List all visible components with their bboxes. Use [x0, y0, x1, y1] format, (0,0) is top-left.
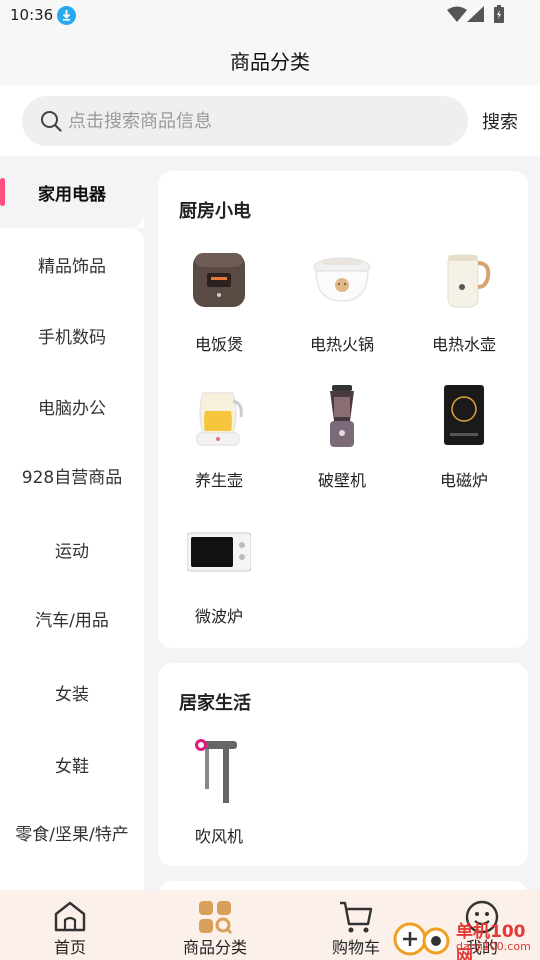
- product-kettle[interactable]: 电热水壶: [414, 247, 514, 357]
- sidebar-item-snacks[interactable]: 零食/坚果/特产: [0, 820, 144, 845]
- section-card-home-life: 居家生活 吹风机: [158, 663, 528, 866]
- search-icon: [41, 111, 62, 132]
- section-title: 厨房小电: [179, 201, 251, 222]
- product-hair-dryer[interactable]: 吹风机: [169, 739, 269, 849]
- product-health-pot[interactable]: 养生壶: [169, 383, 269, 493]
- wifi-icon: [447, 6, 467, 22]
- product-label: 破壁机: [317, 471, 366, 490]
- sidebar-item-sports[interactable]: 运动: [0, 537, 144, 562]
- section-card-kitchen: 厨房小电 电饭煲 电热火锅 电热水壶 养生壶 破壁机 电磁炉 微波炉: [158, 171, 528, 648]
- category-sidebar: 家用电器 精品饰品 手机数码 电脑办公 928自营商品 运动 汽车/用品 女装 …: [0, 156, 144, 890]
- product-induction-cooker[interactable]: 电磁炉: [414, 383, 514, 493]
- product-microwave[interactable]: 微波炉: [169, 519, 269, 629]
- product-label: 电热水壶: [431, 335, 496, 354]
- cart-icon: [340, 901, 373, 933]
- watermark-text: 单机100网: [456, 922, 526, 960]
- hair-dryer-icon: [195, 739, 237, 803]
- home-icon: [54, 901, 86, 932]
- page-title: 商品分类: [230, 50, 310, 74]
- nav-home[interactable]: 首页: [15, 890, 125, 960]
- battery-icon: [494, 5, 504, 23]
- search-bar: 搜索: [0, 86, 540, 156]
- search-box[interactable]: [22, 96, 468, 146]
- sidebar-item-auto[interactable]: 汽车/用品: [0, 606, 144, 631]
- kettle-icon: [447, 254, 491, 308]
- sidebar-corner: [0, 228, 144, 242]
- sidebar-item-womens-clothing[interactable]: 女装: [0, 680, 144, 705]
- product-label: 电热火锅: [309, 335, 374, 354]
- search-input[interactable]: [68, 108, 448, 134]
- sidebar-item-womens-shoes[interactable]: 女鞋: [0, 752, 144, 777]
- microwave-icon: [187, 532, 251, 572]
- status-time: 10:36: [10, 6, 54, 24]
- hot-pot-icon: [313, 257, 371, 302]
- product-label: 电磁炉: [439, 471, 488, 490]
- rice-cooker-icon: [193, 253, 245, 307]
- product-label: 微波炉: [194, 607, 243, 626]
- signal-icon: [467, 6, 484, 22]
- blender-icon: [330, 385, 354, 447]
- header: 商品分类: [0, 30, 540, 86]
- nav-label: 首页: [53, 938, 86, 957]
- induction-cooker-icon: [444, 385, 484, 445]
- status-bar: 10:36: [0, 0, 540, 30]
- product-hot-pot[interactable]: 电热火锅: [292, 247, 392, 357]
- sidebar-item-928-self-operated[interactable]: 928自营商品: [0, 463, 144, 488]
- download-icon: [57, 6, 76, 25]
- product-rice-cooker[interactable]: 电饭煲: [169, 247, 269, 357]
- sidebar-item-home-appliances[interactable]: 家用电器: [0, 180, 144, 205]
- search-button[interactable]: 搜索: [482, 108, 518, 134]
- section-title: 居家生活: [179, 693, 251, 714]
- watermark: 单机100网 danji100.com: [390, 915, 540, 960]
- watermark-url: danji100.com: [456, 940, 531, 953]
- nav-category[interactable]: 商品分类: [160, 890, 270, 960]
- watermark-logo: [393, 922, 450, 956]
- category-icon: [199, 901, 232, 934]
- sidebar-item-office[interactable]: 电脑办公: [0, 394, 144, 419]
- product-label: 吹风机: [194, 827, 243, 846]
- nav-label: 商品分类: [182, 938, 247, 957]
- health-pot-icon: [196, 392, 243, 446]
- sidebar-item-accessories[interactable]: 精品饰品: [0, 252, 144, 277]
- product-label: 电饭煲: [194, 335, 243, 354]
- product-blender[interactable]: 破壁机: [292, 383, 392, 493]
- sidebar-item-digital[interactable]: 手机数码: [0, 323, 144, 348]
- product-label: 养生壶: [194, 471, 243, 490]
